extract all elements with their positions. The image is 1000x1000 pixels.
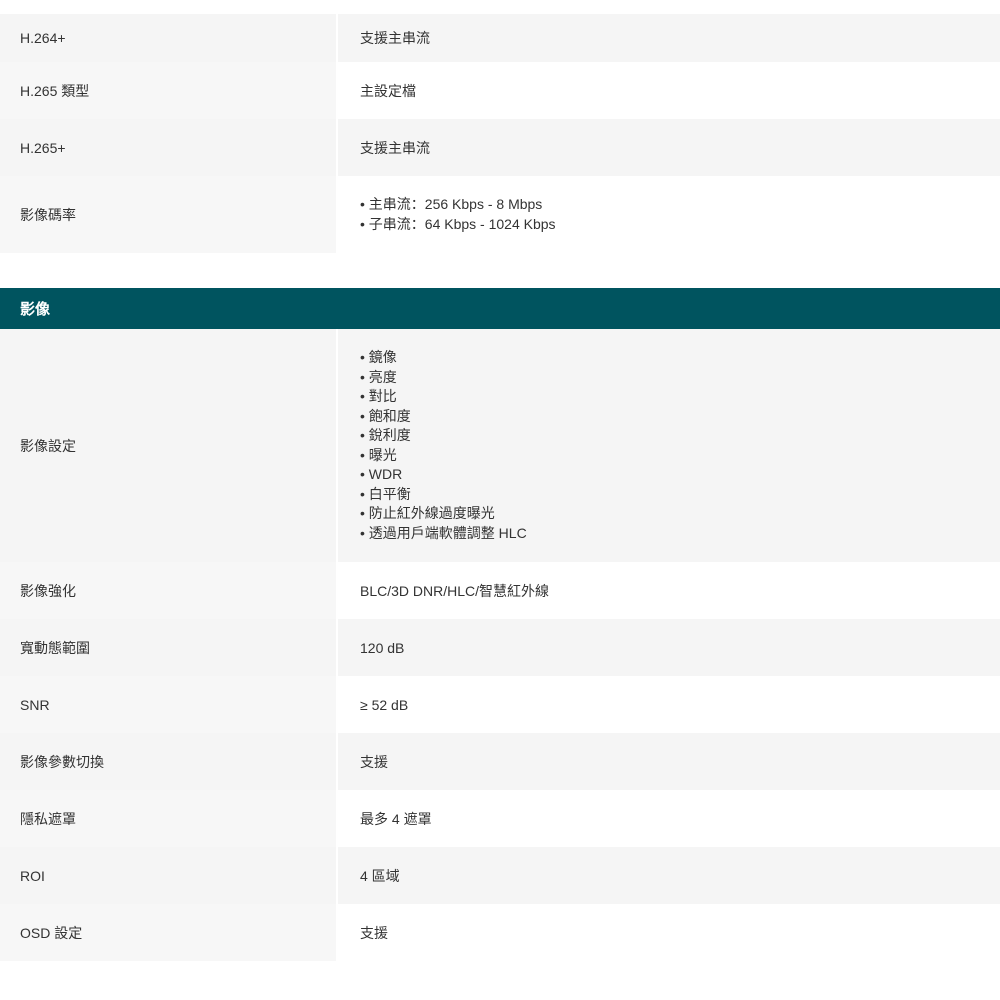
spec-label: 寬動態範圍 <box>0 619 338 676</box>
spec-row-osd: OSD 設定 支援 <box>0 904 1000 961</box>
spec-label: H.264+ <box>0 14 338 62</box>
list-item: 防止紅外線過度曝光 <box>360 504 527 524</box>
spec-value: 支援 <box>338 733 1000 790</box>
spec-value: 鏡像 亮度 對比 飽和度 銳利度 曝光 WDR 白平衡 防止紅外線過度曝光 透過… <box>338 329 1000 562</box>
spec-row-image-settings: 影像設定 鏡像 亮度 對比 飽和度 銳利度 曝光 WDR 白平衡 防止紅外線過度… <box>0 329 1000 562</box>
spec-label: 影像設定 <box>0 329 338 562</box>
list-item: WDR <box>360 465 527 485</box>
spec-value: 最多 4 遮罩 <box>338 790 1000 847</box>
spec-row-snr: SNR ≥ 52 dB <box>0 676 1000 733</box>
spec-value: 主串流：256 Kbps - 8 Mbps 子串流：64 Kbps - 1024… <box>338 176 1000 253</box>
spec-label: 隱私遮罩 <box>0 790 338 847</box>
spec-label: 影像參數切換 <box>0 733 338 790</box>
list-item: 曝光 <box>360 446 527 466</box>
spec-value: 支援主串流 <box>338 119 1000 176</box>
list-item: 鏡像 <box>360 348 527 368</box>
spec-label: SNR <box>0 676 338 733</box>
spec-row-param-switch: 影像參數切換 支援 <box>0 733 1000 790</box>
spec-value: ≥ 52 dB <box>338 676 1000 733</box>
bitrate-list: 主串流：256 Kbps - 8 Mbps 子串流：64 Kbps - 1024… <box>360 195 556 234</box>
spec-value: 4 區域 <box>338 847 1000 904</box>
spec-row-privacy-mask: 隱私遮罩 最多 4 遮罩 <box>0 790 1000 847</box>
spec-row-h265plus: H.265+ 支援主串流 <box>0 119 1000 176</box>
spec-row-image-enhancement: 影像強化 BLC/3D DNR/HLC/智慧紅外線 <box>0 562 1000 619</box>
section-header-image: 影像 <box>0 288 1000 329</box>
video-spec-table: H.264+ 支援主串流 H.265 類型 主設定檔 H.265+ 支援主串流 … <box>0 14 1000 253</box>
spec-label: 影像碼率 <box>0 176 338 253</box>
spec-value: BLC/3D DNR/HLC/智慧紅外線 <box>338 562 1000 619</box>
list-item: 白平衡 <box>360 485 527 505</box>
list-item: 主串流：256 Kbps - 8 Mbps <box>360 195 556 215</box>
spec-label: OSD 設定 <box>0 904 338 961</box>
spec-label: ROI <box>0 847 338 904</box>
spec-row-h265-type: H.265 類型 主設定檔 <box>0 62 1000 119</box>
spec-value: 支援 <box>338 904 1000 961</box>
image-settings-list: 鏡像 亮度 對比 飽和度 銳利度 曝光 WDR 白平衡 防止紅外線過度曝光 透過… <box>360 348 527 543</box>
spec-label: 影像強化 <box>0 562 338 619</box>
spec-value: 120 dB <box>338 619 1000 676</box>
spec-row-roi: ROI 4 區域 <box>0 847 1000 904</box>
spec-row-wdr: 寬動態範圍 120 dB <box>0 619 1000 676</box>
spec-value: 支援主串流 <box>338 14 1000 62</box>
list-item: 子串流：64 Kbps - 1024 Kbps <box>360 215 556 235</box>
list-item: 亮度 <box>360 368 527 388</box>
spec-label: H.265+ <box>0 119 338 176</box>
list-item: 對比 <box>360 387 527 407</box>
list-item: 透過用戶端軟體調整 HLC <box>360 524 527 544</box>
spec-row-h264plus: H.264+ 支援主串流 <box>0 14 1000 62</box>
image-spec-table: 影像設定 鏡像 亮度 對比 飽和度 銳利度 曝光 WDR 白平衡 防止紅外線過度… <box>0 329 1000 961</box>
spec-row-bitrate: 影像碼率 主串流：256 Kbps - 8 Mbps 子串流：64 Kbps -… <box>0 176 1000 253</box>
list-item: 銳利度 <box>360 426 527 446</box>
spec-value: 主設定檔 <box>338 62 1000 119</box>
list-item: 飽和度 <box>360 407 527 427</box>
spec-label: H.265 類型 <box>0 62 338 119</box>
